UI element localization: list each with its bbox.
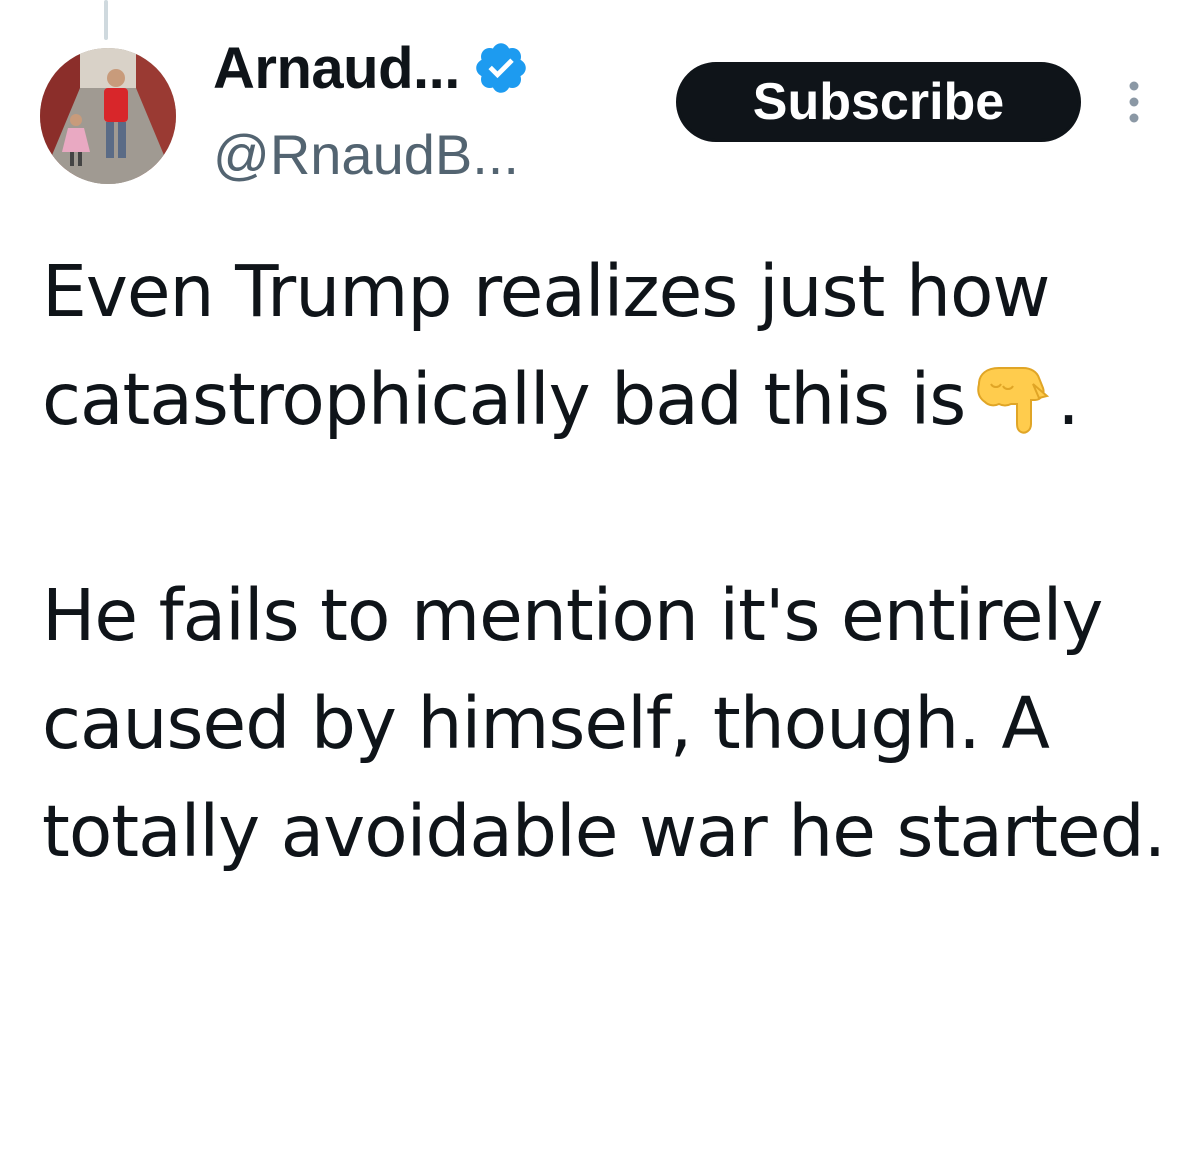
subscribe-button[interactable]: Subscribe: [676, 62, 1081, 142]
thread-connector-line: [104, 0, 108, 40]
author-name-row[interactable]: Arnaud...: [213, 32, 530, 104]
backhand-index-pointing-down-emoji: [973, 354, 1057, 438]
tweet-paragraph-1: Even Trump realizes just how catastrophi…: [42, 238, 1172, 454]
avatar[interactable]: [40, 48, 176, 184]
verified-badge-icon: [472, 39, 530, 97]
tweet-line1-end: .: [1057, 358, 1080, 441]
author-display-name[interactable]: Arnaud...: [213, 35, 460, 102]
tweet-line1-text: Even Trump realizes just how catastrophi…: [42, 250, 1050, 441]
tweet-paragraph-2: He fails to mention it's entirely caused…: [42, 574, 1166, 873]
avatar-photo: [40, 48, 176, 184]
author-handle[interactable]: @RnaudB...: [213, 122, 519, 187]
tweet-body: Even Trump realizes just how catastrophi…: [42, 238, 1172, 886]
more-vertical-icon[interactable]: [1124, 80, 1144, 124]
